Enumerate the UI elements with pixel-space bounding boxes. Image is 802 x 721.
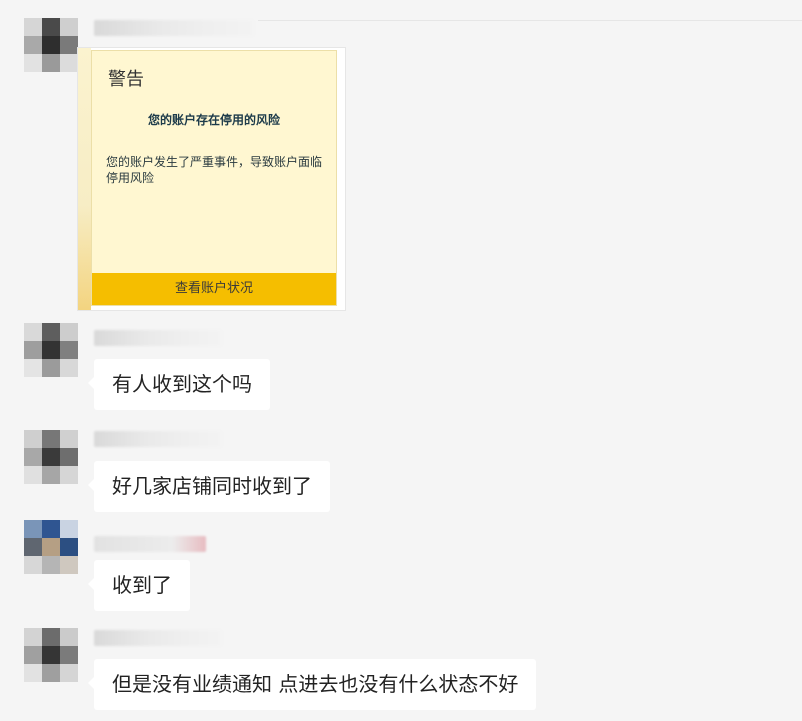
warning-title: 警告 (108, 69, 144, 90)
chat-message-image: 警告 您的账户存在停用的风险 您的账户发生了严重事件，导致账户面临停用风险 查看… (0, 0, 802, 320)
chat-message: 但是没有业绩通知 点进去也没有什么状态不好 (0, 624, 802, 721)
avatar[interactable] (24, 323, 78, 377)
sender-name-blurred (94, 536, 206, 552)
message-bubble[interactable]: 有人收到这个吗 (88, 359, 270, 410)
sender-name-blurred (94, 330, 222, 346)
image-message[interactable]: 警告 您的账户存在停用的风险 您的账户发生了严重事件，导致账户面临停用风险 查看… (77, 47, 346, 311)
warning-heading: 您的账户存在停用的风险 (147, 113, 280, 127)
warning-body: 您的账户发生了严重事件，导致账户面临停用风险 (106, 155, 323, 185)
view-account-status-button: 查看账户状况 (92, 273, 336, 305)
chat-message: 有人收到这个吗 (0, 320, 802, 420)
message-bubble[interactable]: 收到了 (88, 560, 190, 611)
sender-name-blurred (94, 431, 222, 447)
avatar[interactable] (24, 628, 78, 682)
chat-message: 收到了 (0, 518, 802, 618)
chat-message: 好几家店铺同时收到了 (0, 428, 802, 518)
avatar[interactable] (24, 430, 78, 484)
message-bubble[interactable]: 好几家店铺同时收到了 (88, 461, 330, 512)
avatar[interactable] (24, 520, 78, 574)
sender-name-blurred (94, 20, 254, 36)
image-edge (78, 48, 91, 310)
avatar[interactable] (24, 18, 78, 72)
message-bubble[interactable]: 但是没有业绩通知 点进去也没有什么状态不好 (87, 659, 537, 710)
warning-card: 警告 您的账户存在停用的风险 您的账户发生了严重事件，导致账户面临停用风险 查看… (91, 50, 337, 306)
sender-name-blurred (94, 630, 222, 646)
